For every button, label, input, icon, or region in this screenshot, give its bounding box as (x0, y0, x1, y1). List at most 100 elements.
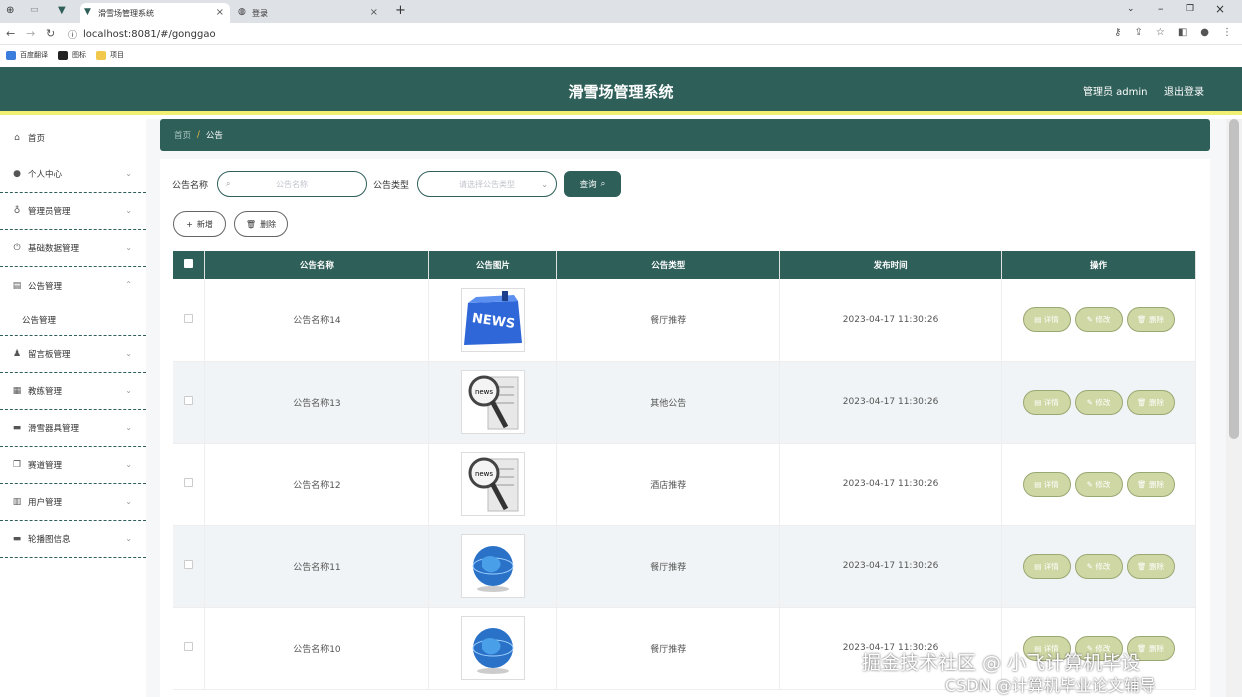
bank-icon: ▤ (12, 280, 22, 291)
sidebar-item-admin[interactable]: ♁ 管理员管理 ⌄ (0, 193, 146, 230)
notice-image[interactable] (460, 616, 525, 680)
delete-button[interactable]: 🗑 删除 (1126, 307, 1175, 333)
content-panel: 公告名称 ⌕ 公告名称 公告类型 请选择公告类型 ⌄ 查询 ⌕ + 新增 🗑 删除 公… (160, 159, 1210, 697)
notice-image-cell: news (428, 361, 558, 444)
close-tab-icon[interactable]: × (370, 7, 378, 18)
notice-type: 餐厅推荐 (556, 607, 781, 690)
vue-favicon-icon: ▼ (84, 7, 91, 17)
table-row: 公告名称13 news 其他公告 2023-04-17 11:30:26 ▤ 详情 ✎ 修… (173, 361, 1196, 444)
sidebar-item-users[interactable]: ▥ 用户管理 ⌄ (0, 484, 146, 521)
sidebar-item-notice[interactable]: ▤ 公告管理 ⌃ (0, 267, 146, 304)
url-field[interactable]: ⓘ localhost:8081/#/gonggao (68, 26, 1108, 42)
browser-menu-icon[interactable]: ⊕ (6, 5, 14, 16)
detail-button[interactable]: ▤ 详情 (1022, 553, 1071, 579)
col-header: 发布时间 (779, 251, 1003, 279)
sidebar-item-basedata[interactable]: ⏻ 基础数据管理 ⌄ (0, 230, 146, 267)
more-icon[interactable]: ⋮ (1222, 27, 1232, 38)
name-search-input[interactable]: ⌕ 公告名称 (217, 171, 367, 197)
sidebar-item-profile[interactable]: ● 个人中心 ⌄ (0, 156, 146, 193)
sidebar-subitem-notice[interactable]: 公告管理 (0, 304, 146, 336)
detail-button[interactable]: ▤ 详情 (1022, 307, 1071, 333)
add-button[interactable]: + 新增 (173, 211, 226, 237)
notice-image[interactable]: news (460, 452, 525, 516)
monitor-icon: ▬ (12, 423, 22, 433)
edit-button[interactable]: ✎ 修改 (1074, 553, 1123, 579)
bookmark-item[interactable]: 百度翻译 (6, 50, 48, 60)
breadcrumb-home[interactable]: 首页 (174, 129, 191, 141)
delete-button[interactable]: 🗑 删除 (1126, 389, 1175, 415)
notice-image-cell (428, 607, 558, 690)
logout-link[interactable]: 退出登录 (1164, 83, 1204, 98)
edit-icon: ✎ (1086, 315, 1093, 325)
tab-login[interactable]: ◍ 登录 × (234, 3, 384, 23)
sidebar-item-message[interactable]: ♟ 留言板管理 ⌄ (0, 336, 146, 373)
reload-icon[interactable]: ↻ (46, 27, 55, 40)
edit-button[interactable]: ✎ 修改 (1074, 471, 1123, 497)
forward-icon[interactable]: → (26, 27, 35, 40)
publish-time: 2023-04-17 11:30:26 (779, 279, 1003, 362)
vue-icon[interactable]: ▼ (58, 5, 66, 16)
row-actions: ▤ 详情 ✎ 修改 🗑 删除 (1001, 279, 1196, 362)
bookmark-item[interactable]: 项目 (96, 50, 124, 60)
user-icon: ● (13, 169, 21, 179)
restore-icon[interactable]: ❐ (1186, 4, 1194, 14)
tab-ski-system[interactable]: ▼ 滑雪场管理系统 × (80, 3, 230, 23)
scrollbar-thumb[interactable] (1229, 119, 1239, 439)
type-select[interactable]: 请选择公告类型 ⌄ (417, 171, 557, 197)
close-tab-icon[interactable]: × (216, 7, 224, 18)
chevron-up-icon: ⌃ (125, 280, 132, 289)
new-tab-icon[interactable]: + (395, 3, 406, 18)
detail-button[interactable]: ▤ 详情 (1022, 471, 1071, 497)
detail-button[interactable]: ▤ 详情 (1022, 389, 1071, 415)
tab-search-icon[interactable]: ⌄ (1127, 4, 1135, 14)
delete-button[interactable]: 🗑 删除 (1126, 471, 1175, 497)
row-checkbox[interactable] (184, 478, 194, 487)
trash-icon: 🗑 (1137, 479, 1147, 489)
row-checkbox[interactable] (184, 313, 194, 323)
notice-image[interactable] (460, 534, 525, 598)
notice-image-cell (428, 525, 558, 608)
notice-image[interactable]: news (460, 370, 525, 434)
star-icon[interactable]: ☆ (1156, 27, 1165, 38)
profile-icon[interactable]: ● (1200, 27, 1209, 38)
browser-toolbar: ⚷ ⇪ ☆ ◧ ● ⋮ (1114, 27, 1232, 38)
col-header: 公告类型 (556, 251, 781, 279)
power-icon: ⏻ (13, 243, 21, 253)
col-header: 公告图片 (428, 251, 558, 279)
edit-button[interactable]: ✎ 修改 (1074, 389, 1123, 415)
sidepanel-icon[interactable]: ◧ (1178, 27, 1187, 38)
query-button[interactable]: 查询 ⌕ (564, 171, 621, 197)
doc-icon: ▥ (12, 497, 22, 507)
breadcrumb-separator: / (197, 130, 200, 140)
row-checkbox[interactable] (184, 642, 194, 651)
close-window-icon[interactable]: × (1215, 2, 1225, 16)
trash-icon: 🗑 (1137, 397, 1147, 407)
select-all-checkbox[interactable] (184, 259, 194, 268)
batch-delete-button[interactable]: 🗑 删除 (234, 211, 288, 237)
sidebar-item-home[interactable]: ⌂ 首页 (0, 119, 146, 156)
share-icon[interactable]: ⇪ (1134, 27, 1142, 38)
back-icon[interactable]: ← (6, 27, 15, 40)
page-scrollbar[interactable] (1226, 119, 1242, 697)
delete-button[interactable]: 🗑 删除 (1126, 553, 1175, 579)
tab-placeholder-icon[interactable]: ▭ (30, 5, 39, 15)
minimize-icon[interactable]: – (1158, 2, 1164, 15)
sidebar-item-equipment[interactable]: ▬ 滑雪器具管理 ⌄ (0, 410, 146, 447)
doc-icon: ▤ (1034, 397, 1042, 407)
sidebar-item-coach[interactable]: ▦ 教练管理 ⌄ (0, 373, 146, 410)
chevron-down-icon: ⌄ (125, 497, 132, 506)
sidebar-item-carousel[interactable]: ▬ 轮播图信息 ⌄ (0, 521, 146, 558)
row-select-cell (173, 443, 206, 526)
key-icon[interactable]: ⚷ (1114, 27, 1121, 38)
sidebar-item-track[interactable]: ❐ 赛道管理 ⌄ (0, 447, 146, 484)
breadcrumb: 首页 / 公告 (160, 119, 1210, 151)
row-actions: ▤ 详情 ✎ 修改 🗑 删除 (1001, 525, 1196, 608)
notice-name: 公告名称13 (204, 361, 430, 444)
trash-icon: 🗑 (1137, 315, 1147, 325)
bookmark-item[interactable]: 图标 (58, 50, 86, 60)
row-checkbox[interactable] (184, 560, 194, 569)
row-select-cell (173, 361, 206, 444)
edit-button[interactable]: ✎ 修改 (1074, 307, 1123, 333)
row-checkbox[interactable] (184, 396, 194, 405)
notice-image[interactable]: NEWS (460, 287, 525, 352)
